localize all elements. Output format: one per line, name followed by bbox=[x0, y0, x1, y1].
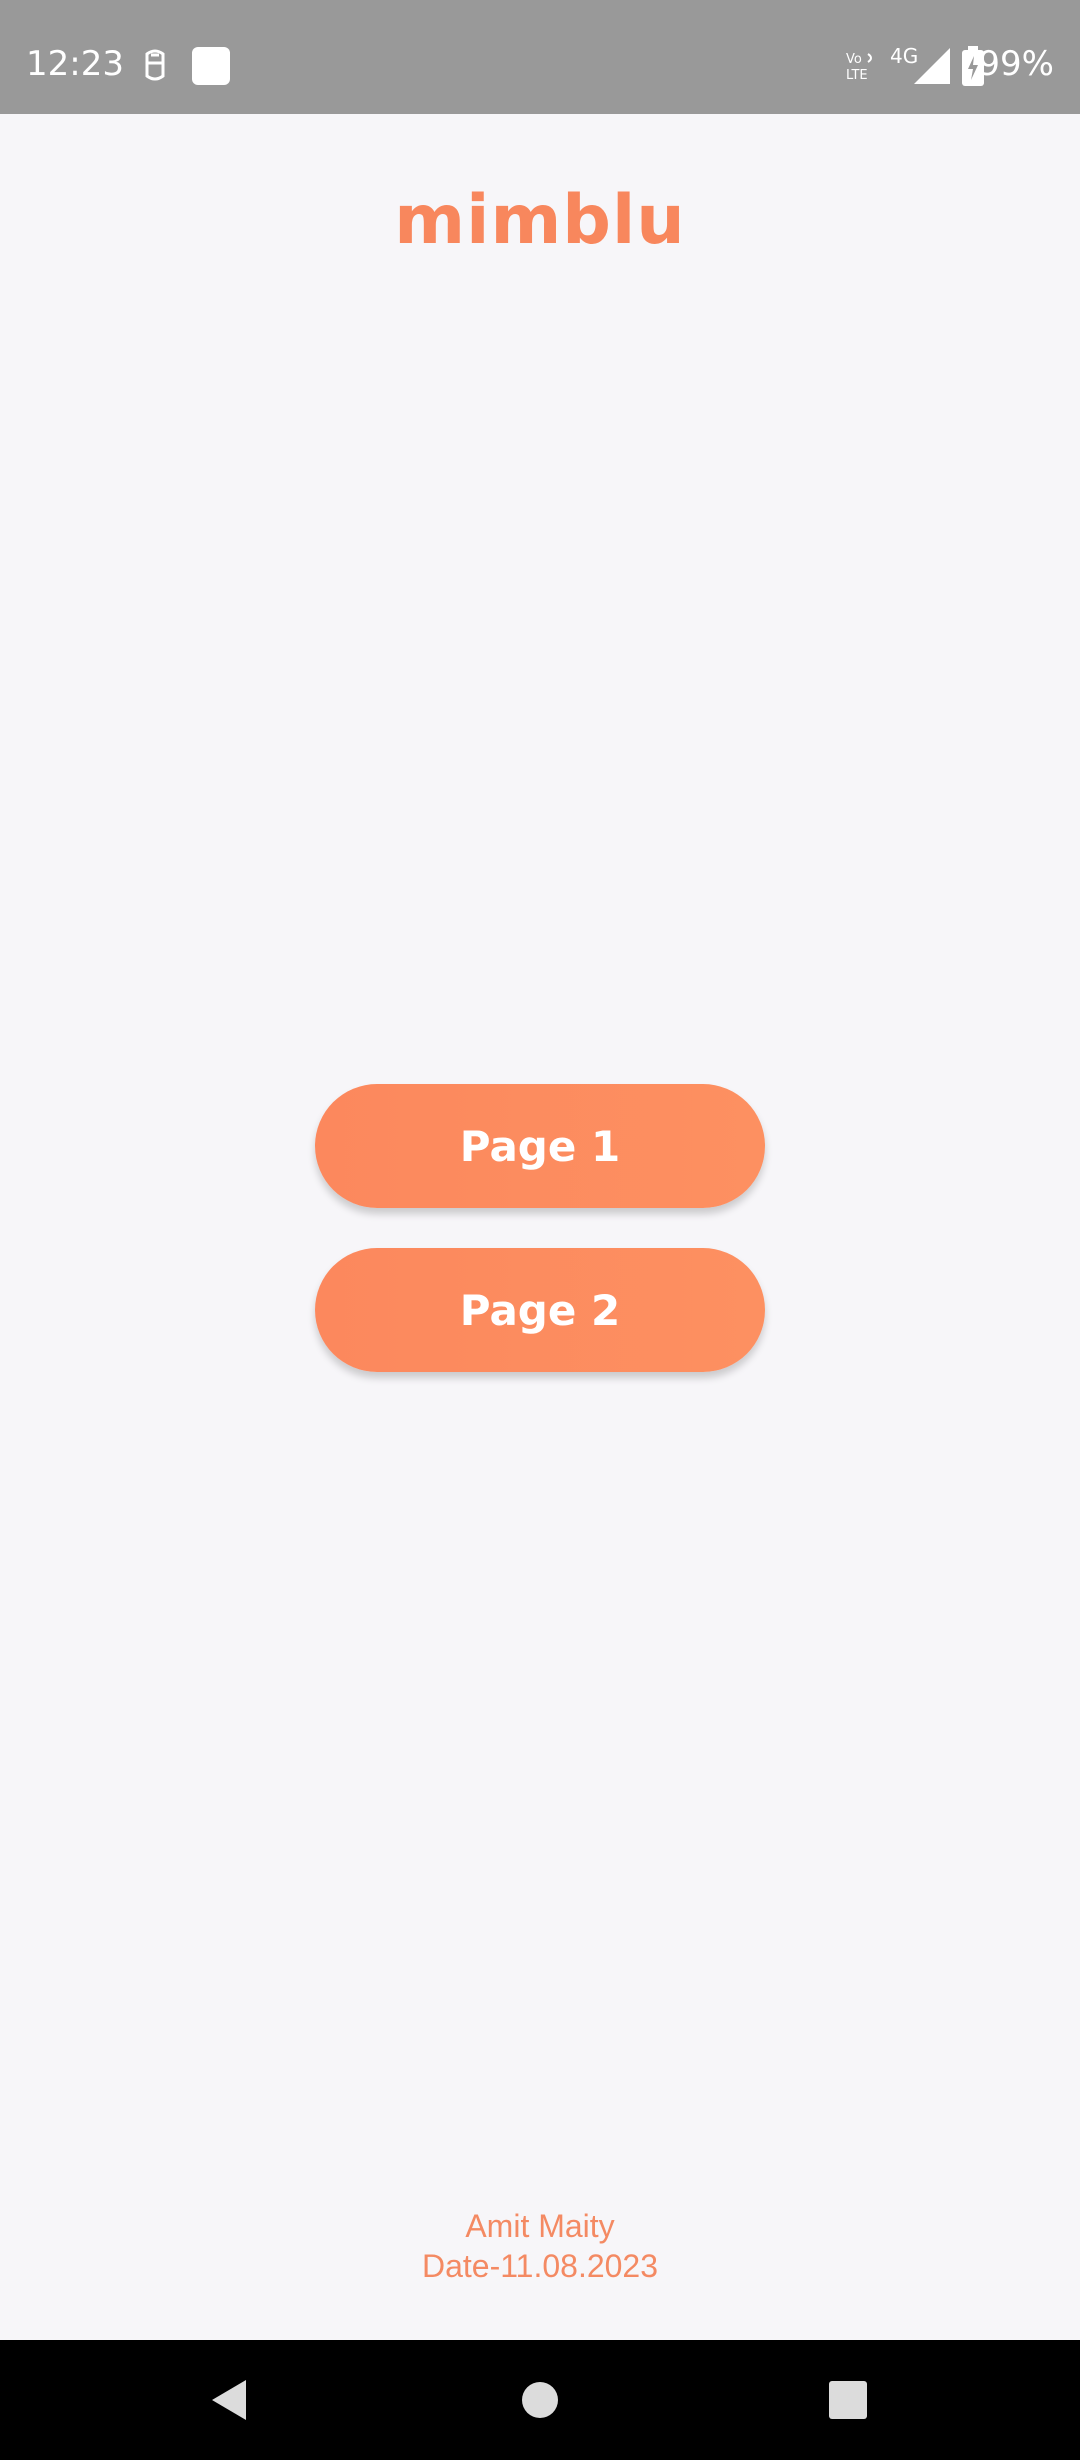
vpn-key-icon bbox=[145, 49, 165, 81]
home-button[interactable] bbox=[510, 2370, 570, 2430]
home-icon bbox=[522, 2382, 558, 2418]
credits-date: Date-11.08.2023 bbox=[421, 2248, 659, 2284]
app-screen: 12:23 Vo LTE 4G 99% mimblu Page 1 Page 2 bbox=[0, 0, 1080, 2460]
volte-icon: Vo LTE bbox=[846, 52, 872, 82]
app-logo: mimblu bbox=[394, 181, 686, 260]
status-bar: 12:23 Vo LTE 4G 99% bbox=[0, 0, 1080, 114]
svg-text:LTE: LTE bbox=[846, 68, 868, 82]
back-button[interactable] bbox=[198, 2370, 258, 2430]
battery-percent: 99% bbox=[978, 44, 1054, 84]
signal-4g-icon bbox=[914, 48, 950, 84]
status-time: 12:23 bbox=[26, 44, 124, 84]
recents-icon bbox=[829, 2381, 867, 2419]
notification-square-icon bbox=[192, 47, 230, 85]
page-2-button[interactable]: Page 2 bbox=[315, 1248, 765, 1372]
credits: Amit Maity Date-11.08.2023 bbox=[0, 2206, 1080, 2286]
svg-text:Vo: Vo bbox=[846, 52, 862, 67]
author-name: Amit Maity bbox=[465, 2208, 615, 2244]
navigation-bar bbox=[0, 2340, 1080, 2460]
recents-button[interactable] bbox=[818, 2370, 878, 2430]
page-1-button[interactable]: Page 1 bbox=[315, 1084, 765, 1208]
back-icon bbox=[212, 2380, 246, 2420]
